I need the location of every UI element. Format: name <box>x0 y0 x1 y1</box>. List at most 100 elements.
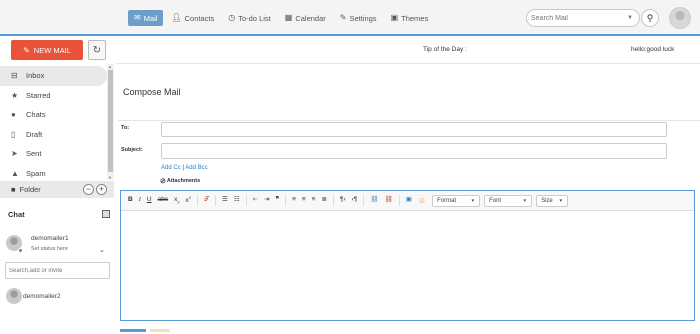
format-dropdown[interactable]: Format ▼ <box>432 194 481 207</box>
nav-calendar[interactable]: ▦ Calendar <box>279 10 332 26</box>
main-nav: ✉ Mail 👤︎ Contacts ◷ To-do List ▦ Calend… <box>128 10 436 26</box>
chevron-down-icon: ▼ <box>522 198 528 203</box>
scrollbar-thumb[interactable] <box>108 70 113 172</box>
refresh-button[interactable]: ↻ <box>88 40 106 60</box>
wrench-icon: ✎ <box>339 13 347 22</box>
add-bcc-link[interactable]: Add Bcc <box>185 165 207 171</box>
chat-contact-name[interactable]: demomailer2 <box>23 293 61 300</box>
sidebar-item-sent[interactable]: ➤ Sent <box>0 144 107 164</box>
font-dropdown[interactable]: Font ▼ <box>484 194 533 207</box>
format-dropdown-label: Format <box>437 197 457 204</box>
divider <box>118 120 700 121</box>
add-folder-button[interactable]: + <box>96 184 107 195</box>
subject-field[interactable] <box>161 143 667 159</box>
nav-settings-label: Settings <box>349 13 377 23</box>
nav-themes-label: Themes <box>401 13 429 23</box>
attachments-label: Attachments <box>166 178 201 184</box>
toolbar-separator <box>285 195 287 206</box>
size-dropdown[interactable]: Size ▼ <box>536 194 569 207</box>
top-navbar: ✉ Mail 👤︎ Contacts ◷ To-do List ▦ Calend… <box>0 0 700 36</box>
align-center-icon[interactable]: ≡ <box>302 197 306 204</box>
sidebar-item-label: Chats <box>26 110 46 120</box>
sidebar-item-starred[interactable]: ★ Starred <box>0 86 107 106</box>
chevron-down-icon[interactable]: ▼ <box>627 15 633 21</box>
chat-user-name: demomailer1 <box>31 235 69 242</box>
smiley-icon[interactable]: ☺ <box>418 196 426 205</box>
person-icon: 👤︎ <box>171 13 182 22</box>
new-mail-button[interactable]: ✎ NEW MAIL <box>11 40 83 60</box>
blockquote-icon[interactable]: ❞ <box>276 197 280 204</box>
nav-settings[interactable]: ✎ Settings <box>334 10 383 26</box>
remove-format-icon[interactable]: 𝒯 <box>204 197 209 204</box>
remove-folder-button[interactable]: − <box>83 184 94 195</box>
warning-icon: ▲ <box>11 168 19 178</box>
nav-contacts-label: Contacts <box>184 13 215 23</box>
nav-themes[interactable]: ▣ Themes <box>385 10 435 26</box>
editor-toolbar: B I U abc x2 x2 𝒯 ☰ ☷ ⇤ ⇥ ❞ ≡ ≡ ≡ ≣ ¶› ‹… <box>121 191 694 211</box>
toolbar-separator <box>197 195 199 206</box>
inbox-icon: ⊟ <box>11 71 18 81</box>
nav-mail[interactable]: ✉ Mail <box>128 10 164 26</box>
bulleted-list-icon[interactable]: ☷ <box>234 197 240 204</box>
to-field[interactable] <box>161 122 667 137</box>
unlink-icon[interactable]: ⛓ <box>385 197 393 204</box>
scroll-down-icon[interactable]: ▼ <box>108 175 112 180</box>
clock-icon: ◷ <box>228 13 236 22</box>
link-icon[interactable]: ⛓ <box>370 197 378 204</box>
online-status-dot <box>18 248 23 253</box>
sidebar-item-label: Starred <box>26 90 51 100</box>
folder-list: ⊟ Inbox ★ Starred ● Chats ▯ Draft ➤ Sent… <box>0 66 107 182</box>
folder-scrollbar[interactable]: ▲ ▼ <box>107 64 114 180</box>
chevron-down-icon[interactable]: ⌄ <box>99 246 105 254</box>
underline-icon[interactable]: U <box>147 197 152 204</box>
save-button-edge[interactable] <box>150 329 170 332</box>
toolbar-separator <box>398 195 400 206</box>
align-left-icon[interactable]: ≡ <box>292 197 296 204</box>
to-label: To: <box>121 125 130 131</box>
toolbar-separator <box>245 195 247 206</box>
image-icon[interactable]: ▣ <box>406 197 412 204</box>
search-box: ▼ <box>526 9 640 27</box>
align-right-icon[interactable]: ≡ <box>312 197 316 204</box>
paperclip-icon: ⊘ <box>160 178 166 185</box>
text-direction-rtl-icon[interactable]: ‹¶ <box>352 197 358 204</box>
chat-status-text[interactable]: Set status here <box>31 246 68 252</box>
attachments-button[interactable]: ⊘ Attachments <box>160 177 200 185</box>
superscript-icon[interactable]: x2 <box>186 196 191 205</box>
sidebar-item-chats[interactable]: ● Chats <box>0 105 107 125</box>
align-justify-icon[interactable]: ≣ <box>321 197 326 204</box>
nav-todo[interactable]: ◷ To-do List <box>222 10 277 26</box>
sidebar-item-label: Spam <box>26 168 46 178</box>
chevron-down-icon: ▼ <box>558 198 564 203</box>
sidebar-item-spam[interactable]: ▲ Spam <box>0 164 107 183</box>
toolbar-separator <box>215 195 217 206</box>
sidebar-item-draft[interactable]: ▯ Draft <box>0 125 107 145</box>
numbered-list-icon[interactable]: ☰ <box>222 197 228 204</box>
plus-icon: + <box>98 184 105 194</box>
search-button[interactable]: ⚲ <box>641 9 659 27</box>
text-direction-ltr-icon[interactable]: ¶› <box>340 197 346 204</box>
outdent-icon[interactable]: ⇤ <box>253 197 258 204</box>
bold-icon[interactable]: B <box>128 197 133 204</box>
indent-icon[interactable]: ⇥ <box>264 197 269 204</box>
edit-icon: ✎ <box>23 45 30 55</box>
search-input[interactable] <box>531 12 623 25</box>
star-icon: ★ <box>11 90 19 100</box>
new-mail-label: NEW MAIL <box>33 45 71 55</box>
user-avatar[interactable] <box>669 7 691 29</box>
italic-icon[interactable]: I <box>139 197 141 204</box>
sidebar-item-label: Draft <box>26 129 43 139</box>
scroll-up-icon[interactable]: ▲ <box>108 64 112 69</box>
chat-minimize-button[interactable] <box>102 210 110 218</box>
sidebar-item-inbox[interactable]: ⊟ Inbox <box>0 66 107 86</box>
strikethrough-icon[interactable]: abc <box>158 197 168 204</box>
toolbar-separator <box>332 195 334 206</box>
nav-calendar-label: Calendar <box>295 13 326 23</box>
add-cc-link[interactable]: Add Cc <box>161 165 181 171</box>
nav-contacts[interactable]: 👤︎ Contacts <box>165 10 220 26</box>
chat-search-input[interactable] <box>5 262 110 279</box>
size-dropdown-label: Size <box>541 197 553 204</box>
subscript-icon[interactable]: x2 <box>174 196 179 204</box>
send-button-edge[interactable] <box>120 329 146 332</box>
message-editor[interactable]: B I U abc x2 x2 𝒯 ☰ ☷ ⇤ ⇥ ❞ ≡ ≡ ≡ ≣ ¶› ‹… <box>120 190 695 321</box>
